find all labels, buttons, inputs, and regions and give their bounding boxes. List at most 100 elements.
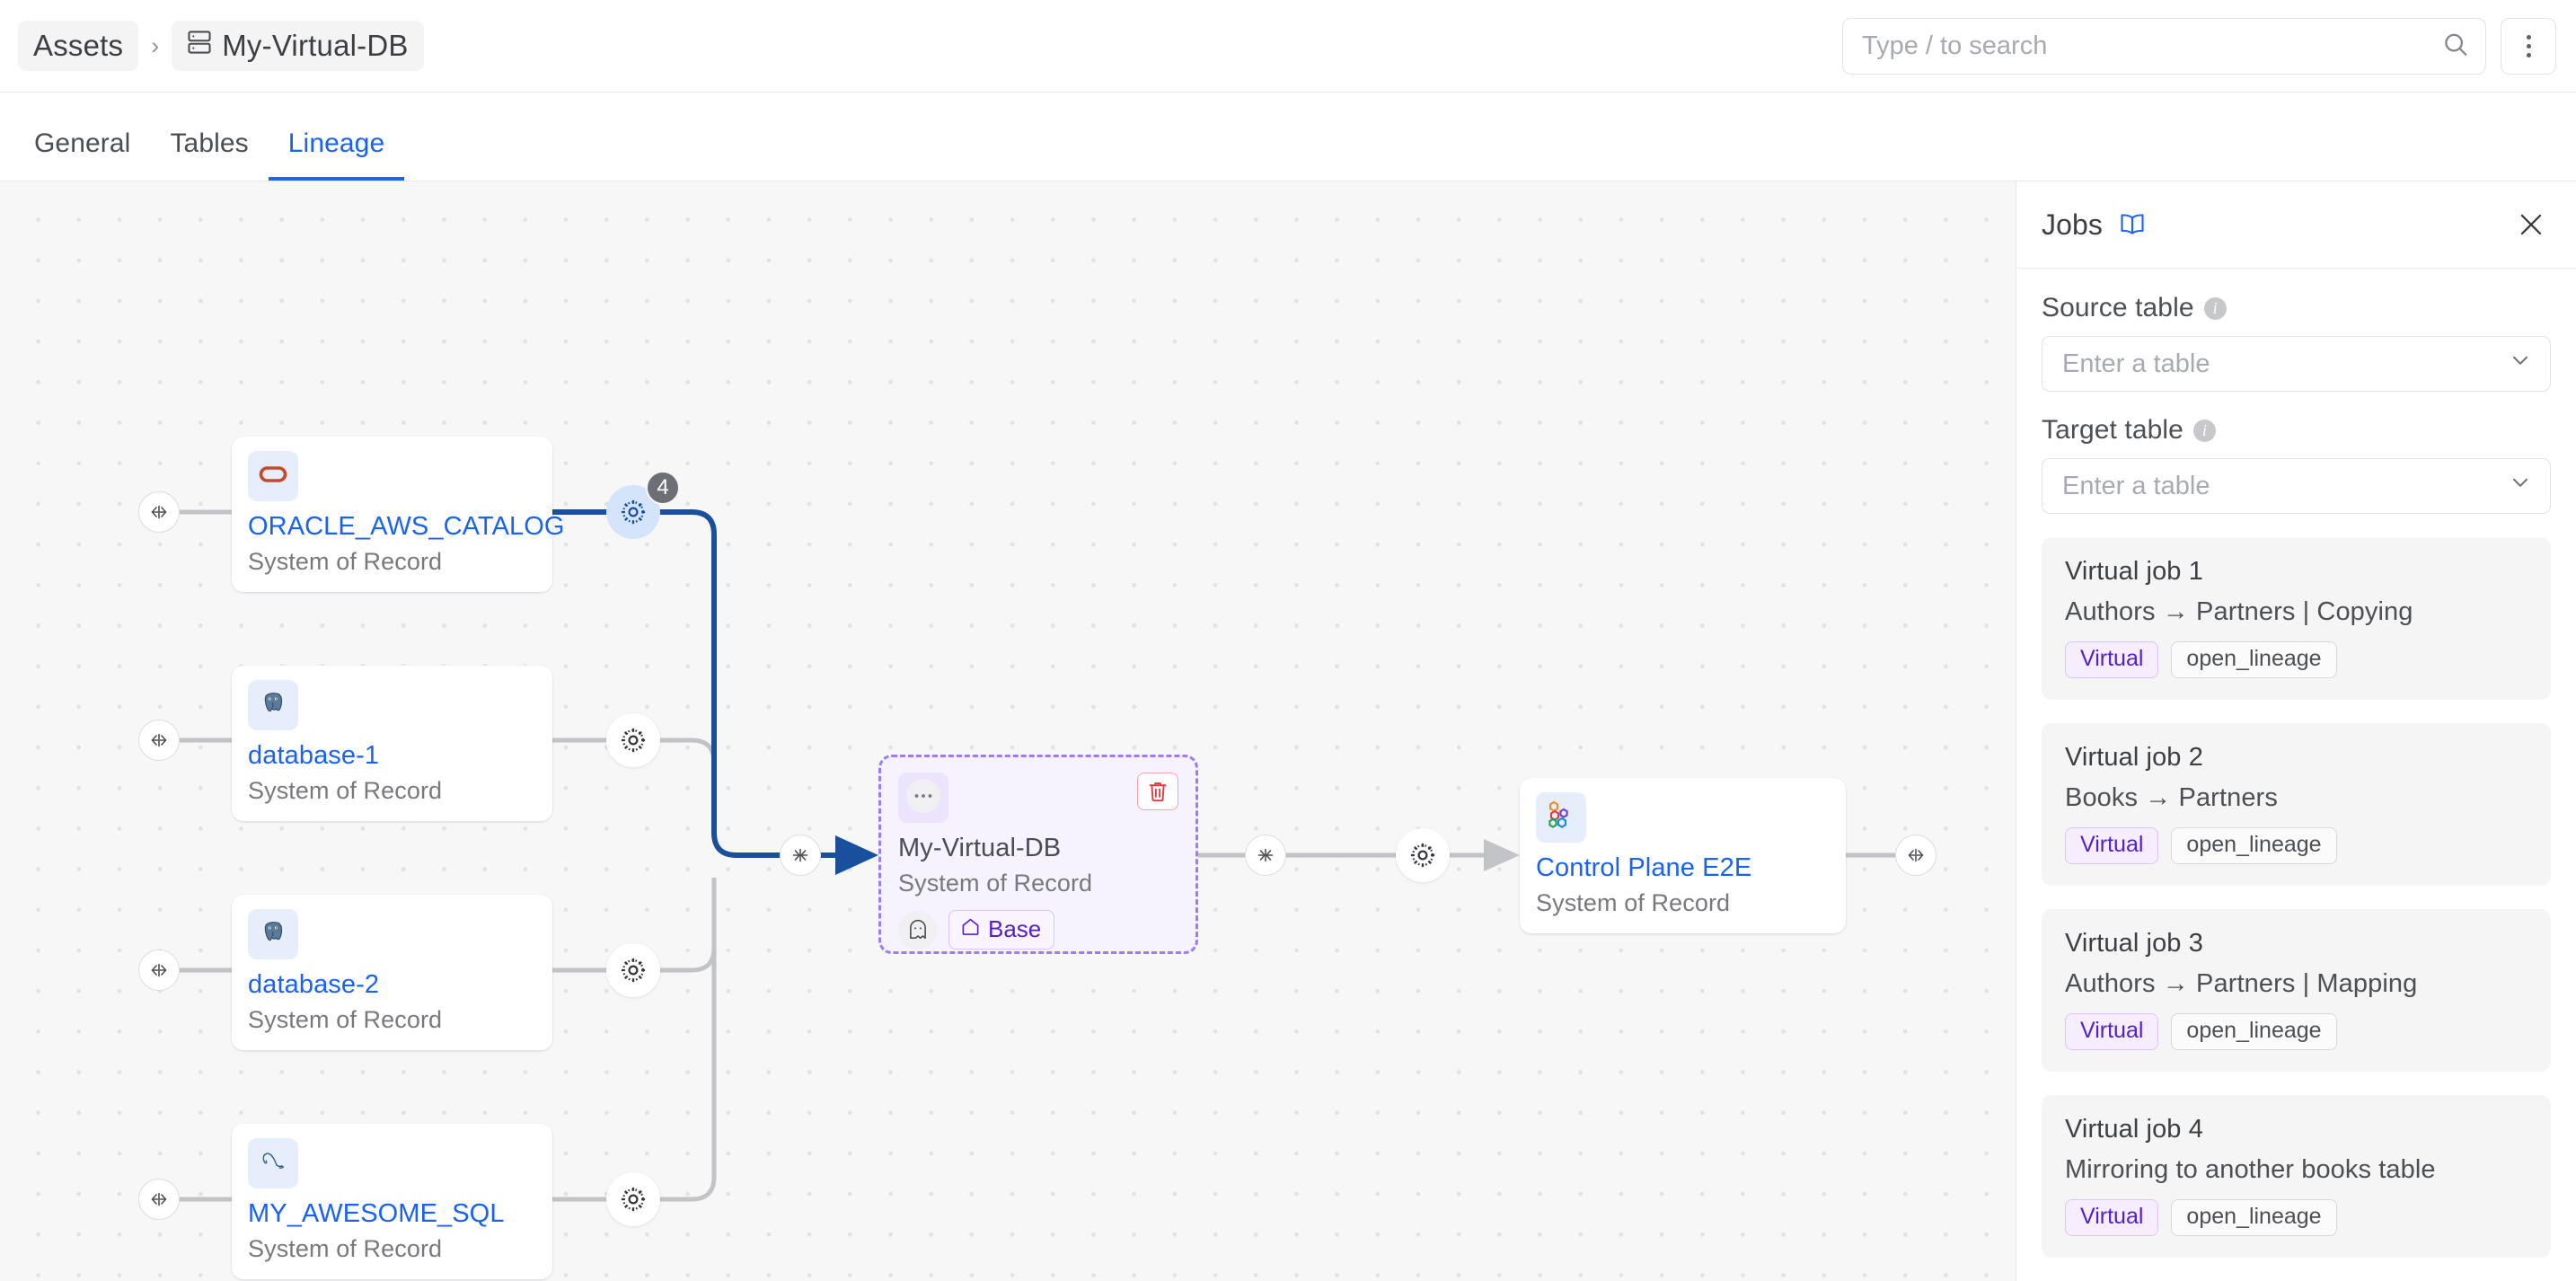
gear-handle-mysql[interactable] (606, 1172, 660, 1226)
breadcrumb-db-label: My-Virtual-DB (222, 29, 408, 63)
tab-general[interactable]: General (14, 128, 150, 181)
mysql-icon (259, 1149, 287, 1179)
breadcrumb: Assets › My-Virtual-DB (18, 21, 424, 71)
job-name: Virtual job 4 (2065, 1115, 2527, 1144)
hexagon-cluster-icon (1545, 800, 1577, 835)
job-tag-source: open_lineage (2171, 1199, 2336, 1236)
expand-horizontal-icon (147, 505, 171, 519)
target-table-select[interactable]: Enter a table (2042, 458, 2551, 514)
top-bar-actions (1842, 0, 2556, 93)
gear-icon (619, 1185, 648, 1214)
job-description: Books → Partners (2065, 783, 2527, 813)
lineage-node-my-awesome-sql[interactable]: MY_AWESOME_SQL System of Record (232, 1124, 552, 1279)
search-input[interactable] (1843, 19, 2485, 74)
target-table-label: Target table (2042, 415, 2183, 446)
oracle-icon (259, 465, 287, 488)
expand-handle-db2[interactable] (138, 950, 180, 991)
database-icon (187, 29, 212, 63)
gear-handle-db1[interactable] (606, 713, 660, 767)
breadcrumb-item-assets[interactable]: Assets (18, 21, 138, 71)
info-icon[interactable]: i (2193, 420, 2216, 442)
lineage-node-oracle[interactable]: ORACLE_AWS_CATALOG System of Record (232, 437, 552, 592)
collapse-handle-output[interactable] (1245, 835, 1286, 876)
node-footer: Base (898, 910, 1178, 950)
node-title[interactable]: Control Plane E2E (1536, 852, 1830, 884)
job-name: Virtual job 2 (2065, 743, 2527, 773)
jobs-panel-body: Source table i Enter a table Target tabl… (2016, 269, 2576, 1258)
jobs-panel-header: Jobs (2016, 181, 2576, 269)
book-icon[interactable] (2117, 211, 2148, 238)
more-options-button[interactable] (2501, 18, 2556, 75)
job-description: Authors → Partners | Copying (2065, 597, 2527, 627)
gear-handle-db2[interactable] (606, 943, 660, 997)
expand-handle-mysql[interactable] (138, 1179, 180, 1220)
kebab-dot-2 (2527, 44, 2531, 49)
source-table-label-row: Source table i (2042, 293, 2551, 323)
gear-icon (619, 726, 648, 755)
expand-handle-oracle[interactable] (138, 491, 180, 533)
job-tag-source: open_lineage (2171, 827, 2336, 864)
job-card[interactable]: Virtual job 4 Mirroring to another books… (2042, 1095, 2551, 1258)
job-name: Virtual job 3 (2065, 929, 2527, 959)
chevron-down-icon (2509, 471, 2532, 501)
base-badge[interactable]: Base (948, 910, 1054, 950)
ghost-icon[interactable] (898, 911, 937, 950)
gear-handle-oracle[interactable]: 4 (606, 485, 660, 539)
expand-handle-right[interactable] (1895, 835, 1936, 876)
job-tags: Virtual open_lineage (2065, 1013, 2527, 1050)
job-tags: Virtual open_lineage (2065, 1199, 2527, 1236)
kebab-dot-3 (2527, 53, 2531, 57)
source-table-select[interactable]: Enter a table (2042, 336, 2551, 392)
base-badge-label: Base (988, 915, 1041, 943)
node-title[interactable]: database-2 (248, 968, 536, 1001)
kebab-dot-1 (2527, 35, 2531, 40)
node-icon-wrap (248, 1138, 298, 1188)
job-tags: Virtual open_lineage (2065, 827, 2527, 864)
jobs-panel: Jobs Source table i Enter a table (2016, 181, 2576, 1281)
node-icon-wrap (248, 451, 298, 501)
node-icon-wrap (248, 909, 298, 959)
lineage-node-database-2[interactable]: database-2 System of Record (232, 895, 552, 1050)
collapse-handle-input[interactable] (780, 835, 821, 876)
collapse-horizontal-icon (789, 848, 812, 862)
node-title[interactable]: My-Virtual-DB (898, 832, 1178, 864)
tab-tables[interactable]: Tables (150, 128, 268, 181)
lineage-node-my-virtual-db[interactable]: My-Virtual-DB System of Record Base (878, 755, 1198, 954)
close-panel-button[interactable] (2511, 205, 2551, 244)
expand-horizontal-icon (1904, 848, 1928, 862)
node-icon-wrap (1536, 792, 1586, 843)
breadcrumb-item-my-virtual-db[interactable]: My-Virtual-DB (172, 21, 423, 71)
job-card[interactable]: Virtual job 3 Authors → Partners | Mappi… (2042, 909, 2551, 1072)
node-title[interactable]: MY_AWESOME_SQL (248, 1197, 536, 1230)
postgresql-icon (260, 690, 287, 721)
delete-node-button[interactable] (1137, 773, 1178, 810)
tab-bar: General Tables Lineage (0, 93, 2576, 181)
node-title[interactable]: database-1 (248, 739, 536, 772)
breadcrumb-assets-label: Assets (33, 29, 123, 63)
gear-badge-count: 4 (646, 471, 680, 505)
search-box[interactable] (1842, 18, 2486, 75)
postgresql-icon (260, 919, 287, 950)
node-icon-wrap (898, 773, 948, 823)
node-title[interactable]: ORACLE_AWS_CATALOG (248, 510, 536, 543)
node-subtitle: System of Record (248, 777, 536, 805)
lineage-node-database-1[interactable]: database-1 System of Record (232, 666, 552, 821)
job-name: Virtual job 1 (2065, 557, 2527, 587)
job-card[interactable]: Virtual job 2 Books → Partners Virtual o… (2042, 723, 2551, 886)
job-tag-virtual: Virtual (2065, 641, 2158, 678)
source-table-label: Source table (2042, 293, 2194, 323)
lineage-canvas[interactable]: ORACLE_AWS_CATALOG System of Record data… (0, 181, 2016, 1281)
target-table-value: Enter a table (2062, 472, 2210, 501)
gear-icon (619, 956, 648, 985)
info-icon[interactable]: i (2204, 297, 2227, 320)
job-tag-virtual: Virtual (2065, 1199, 2158, 1236)
job-card[interactable]: Virtual job 1 Authors → Partners | Copyi… (2042, 537, 2551, 700)
job-tags: Virtual open_lineage (2065, 641, 2527, 678)
lineage-node-control-plane-e2e[interactable]: Control Plane E2E System of Record (1520, 778, 1846, 933)
search-icon (2442, 31, 2469, 62)
tab-lineage[interactable]: Lineage (269, 128, 404, 181)
gear-handle-output[interactable] (1396, 828, 1450, 882)
node-icon-wrap (248, 680, 298, 730)
node-subtitle: System of Record (898, 870, 1178, 897)
expand-handle-db1[interactable] (138, 720, 180, 761)
